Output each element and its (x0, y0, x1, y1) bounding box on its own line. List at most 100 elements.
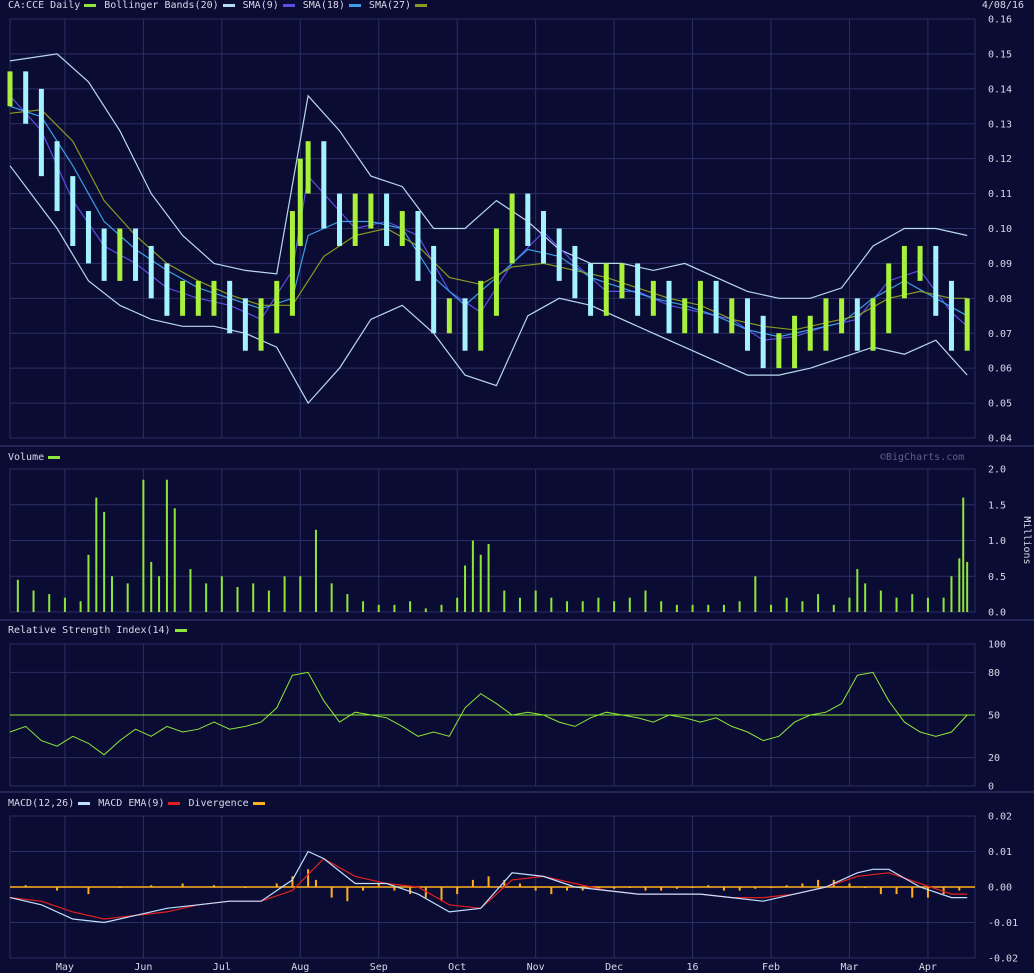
volume-bar (738, 601, 741, 612)
y-tick-label: 0.14 (988, 84, 1012, 95)
divergence-bar (722, 887, 725, 891)
y-tick-label: 50 (988, 711, 1000, 722)
volume-bar (518, 597, 521, 612)
divergence-bar (613, 887, 616, 889)
volume-bar (785, 597, 788, 612)
price-bar (556, 228, 562, 281)
price-bar (297, 158, 303, 246)
volume-bar (464, 565, 467, 612)
y-tick-label: 0.00 (988, 883, 1012, 894)
volume-bar (456, 597, 459, 612)
y-tick-label: 20 (988, 753, 1000, 764)
volume-bar (754, 576, 757, 612)
x-tick-label: Oct (448, 962, 466, 973)
divergence-bar (550, 887, 553, 895)
price-bar (211, 280, 217, 316)
volume-bar (613, 601, 616, 612)
divergence-bar (440, 887, 443, 902)
divergence-bar (675, 887, 678, 889)
divergence-bar (770, 887, 773, 888)
divergence-bar (801, 883, 804, 887)
volume-bar (110, 576, 113, 612)
price-bar (7, 71, 13, 107)
volume-bar (864, 583, 867, 612)
price-bar (431, 245, 437, 334)
y-tick-label: 2.0 (988, 465, 1006, 476)
divergence-bar (24, 885, 27, 887)
divergence-bar (691, 887, 694, 888)
price-bar (305, 141, 311, 194)
price-bar (368, 193, 374, 229)
price-bar (446, 298, 452, 334)
rsi-line (9, 671, 968, 756)
volume-bar (848, 597, 851, 612)
divergence-bar (534, 887, 537, 891)
price-bar (117, 228, 123, 281)
price-bar (901, 245, 907, 299)
y-tick-label: 0.11 (988, 189, 1012, 200)
volume-axis-label: Millions (1021, 516, 1032, 564)
volume-bar (722, 604, 725, 612)
volume-bar (16, 579, 19, 612)
volume-bar (832, 604, 835, 612)
volume-bar (283, 576, 286, 612)
volume-bar (707, 604, 710, 612)
divergence-bar (87, 887, 90, 895)
macd-panel (9, 850, 975, 924)
y-tick-label: 0.04 (988, 434, 1012, 445)
x-tick-label: Sep (370, 962, 388, 973)
divergence-bar (150, 885, 153, 887)
price-bar (70, 176, 76, 246)
divergence-bar (926, 887, 929, 898)
y-tick-label: 80 (988, 668, 1000, 679)
volume-bar (628, 597, 631, 612)
volume-bar (79, 601, 82, 612)
price-bar (588, 263, 594, 316)
x-tick-label: Dec (605, 962, 623, 973)
divergence-bar (958, 887, 961, 891)
volume-bar (660, 601, 663, 612)
y-tick-label: 100 (988, 640, 1006, 651)
x-tick-label: Apr (919, 962, 937, 973)
price-bar (509, 193, 515, 264)
price-bar (321, 141, 327, 229)
y-tick-label: 0.05 (988, 399, 1012, 410)
chart-grid: 0.16 0.15 0.14 0.13 0.12 0.11 0.10 0.09 0.08 0.07… (0, 15, 1034, 965)
volume-bar (958, 558, 961, 612)
y-tick-label: 0.07 (988, 329, 1012, 340)
volume-bar (393, 604, 396, 612)
volume-bar (205, 583, 208, 612)
price-bar (274, 280, 280, 334)
price-bar (289, 211, 295, 316)
volume-bar (801, 601, 804, 612)
volume-bar (440, 604, 443, 612)
volume-bar (487, 544, 490, 612)
y-tick-label: 0.5 (988, 572, 1006, 583)
y-tick-label: -0.02 (988, 954, 1018, 965)
price-bar (635, 263, 641, 316)
divergence-bar (456, 887, 459, 895)
divergence-bar (244, 887, 247, 888)
divergence-bar (118, 887, 121, 888)
x-tick-label: Jun (134, 962, 152, 973)
divergence-bar (879, 887, 882, 895)
volume-bar (770, 604, 773, 612)
price-bar (242, 298, 248, 351)
divergence-bar (628, 887, 631, 888)
volume-bar (103, 511, 106, 612)
divergence-bar (471, 879, 474, 887)
y-tick-label: 0.13 (988, 119, 1012, 130)
volume-bar (479, 554, 482, 612)
price-bar (760, 315, 766, 369)
y-tick-label: 0.15 (988, 49, 1012, 60)
x-tick-label: 16 (687, 962, 699, 973)
volume-bar (32, 590, 35, 612)
volume-bar (126, 583, 129, 612)
rsi-panel (9, 671, 975, 756)
divergence-bar (212, 885, 215, 887)
volume-bar (150, 561, 153, 612)
y-tick-label: -0.01 (988, 918, 1018, 929)
divergence-bar (275, 883, 278, 887)
volume-bar (95, 497, 98, 612)
volume-bar (691, 604, 694, 612)
